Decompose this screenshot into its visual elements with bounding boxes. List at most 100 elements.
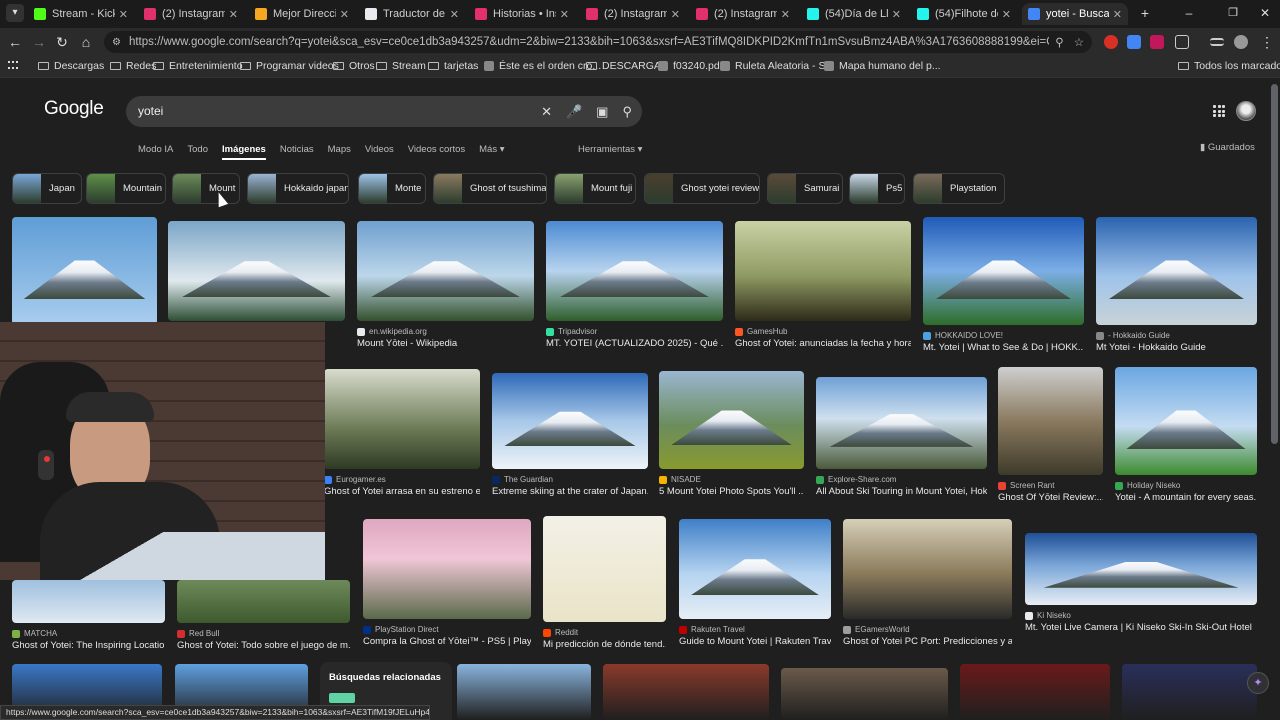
result-thumbnail[interactable]	[1115, 367, 1257, 475]
related-chip[interactable]: Hokkaido japan	[247, 173, 349, 204]
result-thumbnail[interactable]	[457, 664, 591, 720]
result-title[interactable]: Compra la Ghost of Yōtei™ - PS5 | Play..…	[363, 636, 531, 647]
back-icon[interactable]: ←	[6, 33, 24, 51]
result-title[interactable]: MT. YOTEI (ACTUALIZADO 2025) - Qué ...	[546, 338, 723, 349]
image-result[interactable]: PlayStation Direct Compra la Ghost of Yōt…	[363, 519, 531, 649]
related-chip[interactable]: Mount	[172, 173, 240, 204]
result-title[interactable]: Guide to Mount Yotei | Rakuten Travel	[679, 636, 831, 647]
result-source[interactable]: NISADE	[659, 475, 804, 484]
address-bar[interactable]: ⚙ https://www.google.com/search?q=yotei&…	[104, 31, 1092, 53]
image-result[interactable]: GamesHub Ghost of Yotei: anunciadas la fe…	[735, 221, 911, 351]
result-source[interactable]: Eurogamer.es	[324, 475, 480, 484]
tab-close-icon[interactable]: ✕	[1002, 8, 1011, 21]
result-thumbnail[interactable]	[492, 373, 648, 469]
search-input[interactable]: yotei ✕ 🎤 ▣ ⚲	[126, 96, 642, 127]
image-result[interactable]: en.wikipedia.org Mount Yōtei - Wikipedia	[357, 221, 534, 351]
tab-close-icon[interactable]: ✕	[671, 8, 680, 21]
tab-close-icon[interactable]: ✕	[892, 8, 901, 21]
result-thumbnail[interactable]	[843, 519, 1012, 619]
close-window-icon[interactable]: ✕	[1256, 4, 1274, 22]
result-source[interactable]: en.wikipedia.org	[357, 327, 534, 336]
result-title[interactable]: Ghost of Yotei PC Port: Predicciones y a…	[843, 636, 1012, 647]
clear-search-icon[interactable]: ✕	[541, 96, 552, 127]
related-chip[interactable]: Ghost yotei review	[644, 173, 760, 204]
image-result[interactable]: EGamersWorld Ghost of Yotei PC Port: Pred…	[843, 519, 1012, 649]
result-title[interactable]: All About Ski Touring in Mount Yotei, Ho…	[816, 486, 987, 497]
result-title[interactable]: Mt. Yotei Live Camera | Ki Niseko Ski-In…	[1025, 622, 1257, 633]
result-thumbnail[interactable]	[12, 217, 157, 325]
bookmark-item[interactable]: Entretenimiento	[153, 60, 243, 72]
result-thumbnail[interactable]	[1025, 533, 1257, 605]
browser-tab[interactable]: Stream - Kick Das ✕	[28, 3, 134, 25]
browser-tab[interactable]: (54)Día de Lluvia ✕	[801, 3, 907, 25]
image-result[interactable]: Eurogamer.es Ghost of Yotei arrasa en su …	[324, 369, 480, 499]
filter-tab[interactable]: Todo	[187, 144, 208, 155]
image-result[interactable]: NISADE 5 Mount Yotei Photo Spots You'll .…	[659, 371, 804, 499]
result-title[interactable]: Mt Yotei - Hokkaido Guide	[1096, 342, 1257, 353]
result-source[interactable]: PlayStation Direct	[363, 625, 531, 634]
image-result[interactable]: Ki Niseko Mt. Yotei Live Camera | Ki Nise…	[1025, 533, 1257, 635]
image-result[interactable]: Screen Rant Ghost Of Yōtei Review:...	[998, 367, 1103, 505]
image-result[interactable]: Rakuten Travel Guide to Mount Yotei | Rak…	[679, 519, 831, 649]
browser-tab[interactable]: Historias • Instagr ✕	[469, 3, 575, 25]
result-thumbnail[interactable]	[816, 377, 987, 469]
result-source[interactable]: Red Bull	[177, 629, 350, 638]
result-thumbnail[interactable]	[960, 664, 1110, 720]
home-icon[interactable]: ⌂	[77, 33, 95, 51]
bookmark-star-icon[interactable]: ☆	[1074, 35, 1084, 49]
google-logo[interactable]: Google	[44, 98, 104, 120]
gemini-icon[interactable]: ✦	[1247, 672, 1269, 694]
bookmark-item[interactable]: DESCARGAR	[586, 60, 669, 72]
image-result[interactable]	[457, 664, 591, 720]
bookmark-item[interactable]: f03240.pdf	[658, 60, 723, 72]
extension-m-icon[interactable]	[1150, 35, 1164, 49]
page-scrollbar[interactable]	[1271, 84, 1278, 444]
result-title[interactable]: Yotei - A mountain for every seas...	[1115, 492, 1257, 503]
extensions-puzzle-icon[interactable]	[1175, 35, 1189, 49]
bookmark-item[interactable]: Éste es el orden cro...	[484, 60, 601, 72]
browser-tab[interactable]: (2) Instagram ✕	[690, 3, 796, 25]
media-control-icon[interactable]	[1210, 38, 1224, 46]
result-source[interactable]: Screen Rant	[998, 481, 1103, 490]
tab-close-icon[interactable]: ✕	[560, 8, 569, 21]
result-thumbnail[interactable]	[324, 369, 480, 469]
result-title[interactable]: Ghost of Yotei: anunciadas la fecha y ho…	[735, 338, 911, 349]
result-source[interactable]: HOKKAIDO LOVE!	[923, 331, 1084, 340]
result-thumbnail[interactable]	[923, 217, 1084, 325]
browser-tab[interactable]: yotei - Buscar con ✕	[1022, 3, 1128, 25]
result-source[interactable]: MATCHA	[12, 629, 165, 638]
result-title[interactable]: Mount Yōtei - Wikipedia	[357, 338, 534, 349]
result-source[interactable]: Reddit	[543, 628, 666, 637]
image-result[interactable]: Explore-Share.com All About Ski Touring i…	[816, 377, 987, 499]
site-info-icon[interactable]: ⚙	[112, 37, 121, 48]
result-title[interactable]: Ghost of Yotei arrasa en su estreno e...	[324, 486, 480, 497]
saved-button[interactable]: ▮ Guardados	[1200, 142, 1255, 153]
new-tab-button[interactable]: +	[1136, 4, 1154, 22]
bookmark-item[interactable]: Programar videos	[240, 60, 339, 72]
related-chip[interactable]: Japan	[12, 173, 82, 204]
result-source[interactable]: Ki Niseko	[1025, 611, 1257, 620]
result-thumbnail[interactable]	[603, 664, 769, 720]
tab-close-icon[interactable]: ✕	[119, 8, 128, 21]
bookmark-item[interactable]: Descargas	[38, 60, 104, 72]
filter-tab[interactable]: Modo IA	[138, 144, 173, 155]
result-thumbnail[interactable]	[998, 367, 1103, 475]
google-apps-icon[interactable]	[1213, 105, 1225, 117]
related-chip[interactable]: Mount fuji	[554, 173, 636, 204]
filter-tab[interactable]: Maps	[328, 144, 351, 155]
related-chip[interactable]: Ghost of tsushima	[433, 173, 547, 204]
result-source[interactable]: Explore-Share.com	[816, 475, 987, 484]
search-icon[interactable]: ⚲	[622, 96, 632, 127]
browser-tab[interactable]: (2) Instagram ✕	[138, 3, 244, 25]
restore-icon[interactable]: ❐	[1224, 4, 1242, 22]
result-source[interactable]: - Hokkaido Guide	[1096, 331, 1257, 340]
result-thumbnail[interactable]	[679, 519, 831, 619]
result-source[interactable]: Holiday Niseko	[1115, 481, 1257, 490]
result-title[interactable]: Ghost Of Yōtei Review:...	[998, 492, 1103, 503]
bookmark-item[interactable]: Stream	[376, 60, 426, 72]
result-title[interactable]: Mi predicción de dónde tend...	[543, 639, 666, 650]
image-result[interactable]	[1122, 664, 1257, 720]
image-result[interactable]	[781, 668, 948, 720]
result-thumbnail[interactable]	[12, 580, 165, 623]
filter-tab[interactable]: Noticias	[280, 144, 314, 155]
